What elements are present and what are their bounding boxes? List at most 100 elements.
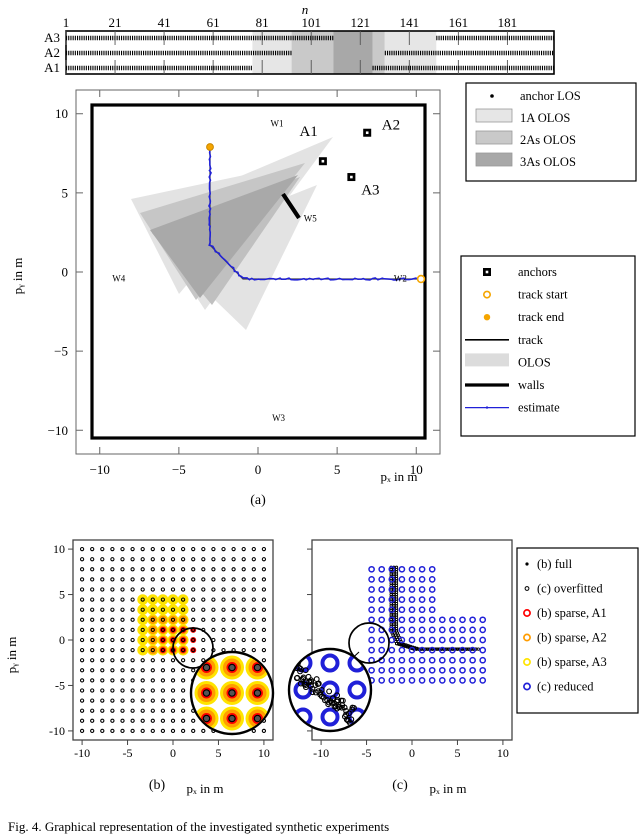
timeline-xtick-label: 101 — [301, 15, 321, 30]
plot-c-xtick-label: -10 — [313, 746, 329, 760]
plot-c-xtick-labels: -10 -5 0 5 10 — [313, 746, 509, 760]
plot-c-xlabel: pₓ in m — [430, 781, 467, 796]
subcaption-b: (b) — [149, 778, 166, 793]
plot-b: 10 5 0 -5 -10 -10 -5 0 5 10 pᵧ in m pₓ in m — [4, 539, 275, 796]
plot-b-ytick-label: -10 — [49, 724, 65, 738]
plot-b-sparse-halo — [168, 615, 178, 624]
legend-a-label: track end — [518, 310, 565, 324]
timeline-xtick-label: 41 — [158, 15, 171, 30]
legend-bc-overfitted-icon — [524, 586, 530, 591]
timeline-row-labels: A3A2A1 — [44, 30, 60, 75]
legend-a-label: track — [518, 333, 544, 347]
legend-swatch-icon — [475, 152, 513, 167]
legend-swatch-icon — [475, 130, 513, 145]
legend-a-label: track start — [518, 288, 568, 302]
plot-b-ytick-label: 0 — [59, 633, 65, 647]
plot-a-ytick-label: 5 — [62, 185, 69, 200]
plot-a-xtick-label: −5 — [172, 462, 186, 477]
timeline-xtick-label: 141 — [400, 15, 420, 30]
plot-b-zoom-full-marker — [228, 714, 236, 723]
legend-bc-marker-icon — [523, 633, 531, 642]
legend-anchor-los-icon — [490, 94, 494, 98]
legend-bc-marker-icon — [523, 682, 531, 691]
plot-a-xtick-label: −10 — [90, 462, 110, 477]
plot-b-zoom-full-marker — [253, 689, 262, 697]
plot-b-sparse-halo — [147, 594, 159, 605]
plot-a-wall-label-w5: W5 — [304, 213, 317, 223]
timeline-xtick-labels: 1 21 41 61 81 101 121 141 161 181 — [63, 15, 517, 30]
legend-a: anchors track start track end track OLOS wall… — [460, 255, 636, 437]
plot-b-sparse-halo — [148, 625, 157, 635]
plot-a: 10 5 0 −5 −10 −10 −5 0 5 10 pᵧ in m pₓ in m W1 W2… — [10, 89, 441, 484]
plot-b-magnifier-inset — [189, 650, 275, 736]
plot-a-track-end-marker — [206, 143, 214, 151]
plot-c-xtick-label: 5 — [454, 746, 460, 760]
legend-a-label: walls — [518, 378, 545, 392]
legend-anchors-icon-inner — [485, 270, 489, 274]
legend-bc-label: (b) sparse, A3 — [537, 655, 607, 669]
plot-b-zoom-full-marker — [202, 663, 211, 672]
plot-c-magnifier-inset — [287, 647, 373, 733]
timeline-xtick-label: 1 — [63, 15, 70, 30]
plot-a-ytick-label: 0 — [62, 265, 69, 280]
legend-bc-label: (b) sparse, A1 — [537, 606, 607, 620]
plot-a-ytick-labels: 10 5 0 −5 −10 — [48, 106, 68, 438]
plot-c: -10 -5 0 5 10 pₓ in m — [287, 539, 513, 796]
plot-b-sparse-halo — [137, 604, 149, 616]
timeline-row-label-a1: A1 — [44, 60, 60, 75]
plot-a-xtick-label: 0 — [255, 462, 262, 477]
subcaption-a: (a) — [250, 493, 266, 508]
plot-b-xtick-label: -10 — [74, 746, 90, 760]
plot-b-sparse-halo — [137, 594, 149, 605]
plot-c-xtick-label: 10 — [497, 746, 509, 760]
plot-b-zoom-full-marker — [228, 689, 236, 697]
plot-b-sparse-halo — [157, 604, 169, 616]
legend-bc-label: (b) sparse, A2 — [537, 631, 607, 645]
timeline-xtick-label: 161 — [449, 15, 469, 30]
legend-bc-marker-icon — [523, 609, 531, 617]
plot-b-sparse-halo — [167, 594, 179, 605]
timeline-olos-band — [372, 31, 385, 74]
plot-b-sparse-halo — [158, 615, 168, 624]
plot-b-sparse-halo — [137, 644, 149, 656]
plot-a-ytick-label: −5 — [54, 344, 68, 359]
timeline-xtick-label: 181 — [498, 15, 518, 30]
plot-a-wall-label-w1: W1 — [270, 118, 283, 128]
legend-swatch-icon — [475, 108, 513, 123]
legend-top-label: 3As OLOS — [520, 155, 576, 169]
plot-b-sparse-halo — [148, 615, 157, 624]
timeline-xtick-label: 21 — [109, 15, 122, 30]
timeline-row-label-a2: A2 — [44, 45, 60, 60]
plot-b-sparse-halo — [177, 594, 189, 605]
legend-track-start-icon — [482, 290, 491, 299]
plot-a-anchor-marker-inner — [350, 175, 353, 179]
legend-a-label: estimate — [518, 401, 560, 415]
plot-a-xlabel: pₓ in m — [381, 469, 418, 484]
plot-a-xtick-label: 5 — [334, 462, 341, 477]
plot-b-xlabel: pₓ in m — [187, 781, 224, 796]
plot-b-sparse-halo — [177, 604, 189, 616]
legend-bc-label: (b) full — [537, 557, 573, 571]
plot-a-anchor-label-a1: A1 — [299, 124, 317, 140]
legend-olos-icon — [465, 353, 509, 367]
legend-top: anchor LOS 1A OLOS 2As OLOS 3As OLOS — [465, 82, 637, 182]
plot-a-ytick-label: −10 — [48, 423, 68, 438]
plot-a-wall-label-w2: W2 — [394, 273, 407, 283]
legend-top-label: 1A OLOS — [520, 111, 570, 125]
legend-bc-label: (c) reduced — [537, 680, 594, 694]
legend-a-label: OLOS — [518, 355, 551, 369]
plot-a-anchor-marker-inner — [321, 159, 325, 163]
legend-bc: (b) full (c) overfitted (b) sparse, A1 (b) … — [516, 547, 639, 714]
legend-top-label: anchor LOS — [520, 89, 581, 103]
plot-b-sparse-halo — [157, 594, 169, 605]
timeline-olos-band — [333, 31, 373, 74]
plot-a-ylabel: pᵧ in m — [10, 258, 26, 295]
plot-b-sparse-halo — [148, 645, 157, 655]
plot-b-xtick-label: 5 — [215, 746, 221, 760]
plot-b-sparse-halo — [137, 634, 149, 646]
legend-bc-marker-icon — [523, 658, 531, 666]
plot-b-xtick-label: -5 — [123, 746, 133, 760]
legend-estimate-icon-dot — [485, 406, 489, 409]
subcaption-c: (c) — [392, 778, 408, 793]
plot-a-ytick-label: 10 — [55, 106, 68, 121]
